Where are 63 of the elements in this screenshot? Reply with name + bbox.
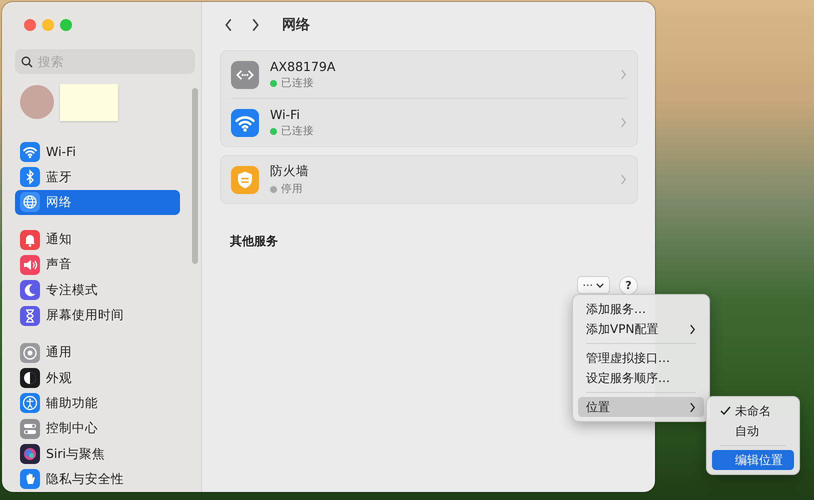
minimize-button[interactable] — [42, 19, 54, 31]
sidebar-item[interactable]: 隐私与安全性 — [15, 466, 180, 492]
page-title: 网络 — [282, 16, 310, 34]
hand-icon — [20, 469, 40, 490]
chevron-right-icon — [620, 174, 627, 185]
menu-item[interactable]: 自动 — [712, 421, 794, 441]
sidebar-item[interactable]: 蓝牙 — [15, 164, 180, 190]
back-button[interactable] — [224, 18, 233, 32]
wifi-icon — [20, 142, 40, 162]
sidebar-item[interactable]: 通知 — [15, 227, 180, 252]
service-name: 防火墙 — [270, 163, 310, 180]
sidebar-item[interactable]: 屏幕使用时间 — [15, 302, 180, 328]
speaker-icon — [20, 254, 40, 275]
moon-icon — [20, 280, 40, 300]
sidebar-item[interactable]: 控制中心 — [15, 416, 180, 442]
wifi-icon — [231, 108, 259, 136]
sidebar-item[interactable]: 声音 — [15, 252, 180, 278]
accessibility-icon — [20, 393, 40, 414]
menu-item[interactable]: 设定服务顺序… — [578, 368, 704, 388]
shield-icon — [231, 166, 259, 194]
avatar[interactable] — [20, 85, 54, 120]
menu-item[interactable]: 添加服务… — [578, 299, 704, 319]
sidebar-item[interactable]: 通用 — [15, 340, 180, 366]
service-name: AX88179A — [270, 59, 336, 74]
scrollbar-thumb[interactable] — [192, 88, 198, 264]
globe-icon — [20, 192, 40, 212]
chevron-down-icon — [596, 282, 604, 288]
menu-item[interactable]: 添加VPN配置 — [578, 319, 704, 339]
chevron-right-icon — [251, 18, 260, 32]
menu-item[interactable]: 管理虚拟接口… — [578, 348, 704, 368]
service-row[interactable]: Wi-Fi 已连接 — [231, 98, 627, 146]
sidebar-item[interactable]: 专注模式 — [15, 278, 180, 303]
chevron-left-icon — [224, 18, 233, 32]
service-row[interactable]: 防火墙 停用 — [231, 156, 627, 203]
sidebar-item[interactable]: 外观 — [15, 366, 180, 391]
chevron-right-icon — [620, 69, 627, 80]
menu-item[interactable]: 未命名 — [712, 401, 794, 421]
section-heading: 其他服务 — [230, 233, 279, 250]
service-row[interactable]: AX88179A 已连接 — [231, 51, 627, 98]
chevron-right-icon — [620, 117, 627, 128]
status-text: 已连接 — [281, 76, 314, 90]
forward-button[interactable] — [251, 18, 260, 32]
status-text: 已连接 — [281, 124, 314, 138]
redaction-block — [60, 84, 118, 121]
sidebar-item[interactable]: 网络 — [15, 190, 180, 216]
service-name: Wi-Fi — [270, 107, 301, 122]
zoom-button[interactable] — [60, 19, 72, 31]
bell-icon — [20, 230, 40, 250]
sidebar-item[interactable]: Wi-Fi — [15, 139, 180, 164]
help-button[interactable]: ? — [619, 276, 638, 295]
menu-item[interactable]: 位置 — [578, 397, 704, 417]
orb-icon — [20, 444, 40, 464]
sidebar-item[interactable]: 辅助功能 — [15, 390, 180, 416]
close-button[interactable] — [24, 19, 36, 31]
toggle-switches-icon — [20, 418, 40, 439]
gear-icon — [20, 342, 40, 363]
hourglass-icon — [20, 306, 40, 326]
more-button[interactable]: ··· — [576, 276, 610, 294]
menu-item[interactable]: 编辑位置 — [712, 450, 794, 470]
status-text: 停用 — [281, 182, 303, 196]
code-brackets-icon — [231, 60, 259, 88]
sidebar-item[interactable]: Siri与聚焦 — [15, 441, 180, 467]
bluetooth-icon — [20, 167, 40, 188]
